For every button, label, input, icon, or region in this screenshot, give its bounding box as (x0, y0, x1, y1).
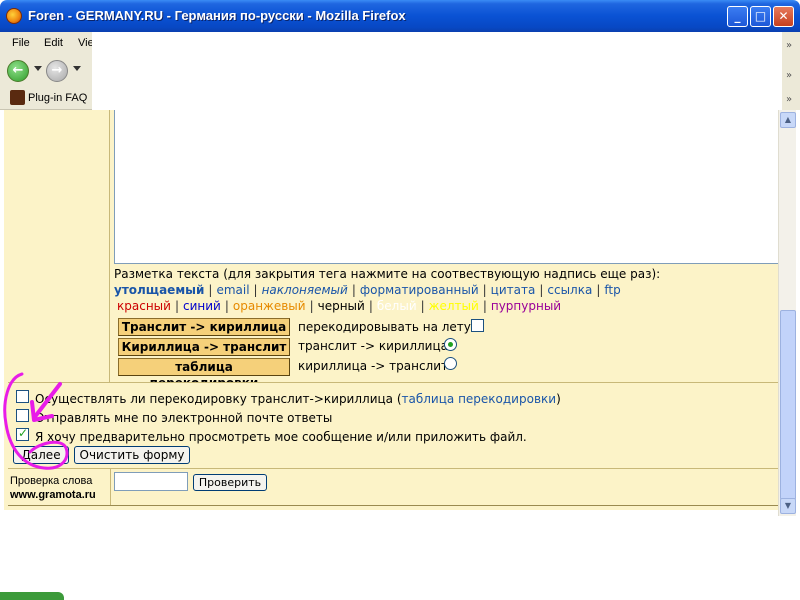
close-button[interactable]: ✕ (773, 6, 794, 27)
page-scrollbar[interactable]: ▲ ▼ (778, 110, 796, 516)
color-purple-link[interactable]: пурпурный (491, 299, 561, 313)
back-dropdown-icon[interactable] (34, 66, 42, 71)
spell-check-info: Проверка слова www.gramota.ru (10, 474, 96, 502)
cyrillic-to-translit-button[interactable]: Кириллица -> транслит (118, 338, 290, 356)
spell-check-site: www.gramota.ru (10, 489, 96, 501)
color-white-link[interactable]: белый (377, 299, 417, 313)
title-bar: Foren - GERMANY.RU - Германия по-русски … (0, 0, 800, 32)
firefox-icon (6, 8, 22, 24)
color-black-link[interactable]: черный (318, 299, 365, 313)
menu-bar: File Edit Vie (0, 32, 94, 56)
markup-tags: утолщаемый | email | наклоняемый | форматирова… (114, 283, 621, 297)
taskbar-start-peek (0, 592, 64, 600)
preview-label: Я хочу предварительно просмотреть мое со… (35, 430, 527, 444)
on-the-fly-label: перекодировывать на лету: (298, 320, 475, 334)
color-yellow-link[interactable]: желтый (429, 299, 479, 313)
tag-formatted-link[interactable]: форматированный (360, 283, 479, 297)
window-title: Foren - GERMANY.RU - Германия по-русски … (28, 8, 406, 23)
menu-edit[interactable]: Edit (44, 37, 63, 49)
color-orange-link[interactable]: оранжевый (233, 299, 306, 313)
chevron-icon[interactable]: » (786, 40, 792, 51)
translit-cyr-radio[interactable] (444, 338, 457, 351)
spell-divider (110, 469, 111, 505)
translit-cyr-label: транслит -> кириллица (298, 339, 448, 353)
chevron-icon[interactable]: » (786, 70, 792, 81)
minimize-button[interactable]: _ (727, 6, 748, 27)
recode-table-button[interactable]: таблица перекодировки (118, 358, 290, 390)
tag-bold-link[interactable]: утолщаемый (114, 283, 204, 297)
left-column (4, 110, 110, 382)
bookmark-icon (10, 90, 25, 105)
on-the-fly-checkbox[interactable] (471, 319, 484, 332)
color-blue-link[interactable]: синий (183, 299, 221, 313)
toolbar-overlay (92, 32, 782, 110)
tag-link-link[interactable]: ссылка (547, 283, 592, 297)
forward-dropdown-icon[interactable] (73, 66, 81, 71)
scroll-down-icon[interactable]: ▼ (780, 498, 796, 514)
bottom-blank-area (4, 516, 700, 600)
tag-email-link[interactable]: email (216, 283, 249, 297)
navigation-toolbar: ← → (0, 56, 92, 86)
tag-italic-link[interactable]: наклоняемый (262, 283, 348, 297)
reset-form-button[interactable]: Очистить форму (74, 446, 190, 464)
menu-file[interactable]: File (12, 37, 30, 49)
color-red-link[interactable]: красный (117, 299, 171, 313)
toolbar-overflow: » » » (782, 32, 800, 110)
back-arrow-icon[interactable]: ← (7, 60, 29, 82)
annotation-circle-arrow-icon (3, 372, 69, 470)
spell-check-button[interactable]: Проверить (193, 474, 267, 491)
cyr-translit-radio[interactable] (444, 357, 457, 370)
markup-intro: Разметка текста (для закрытия тега нажми… (114, 267, 661, 281)
bookmark-plugin-faq[interactable]: Plug-in FAQ (28, 92, 87, 104)
scroll-thumb[interactable] (780, 310, 796, 500)
scroll-up-icon[interactable]: ▲ (780, 112, 796, 128)
chevron-icon[interactable]: » (786, 94, 792, 105)
maximize-button[interactable]: □ (750, 6, 771, 27)
forward-arrow-icon[interactable]: → (46, 60, 68, 82)
spell-check-input[interactable] (114, 472, 188, 491)
tag-quote-link[interactable]: цитата (491, 283, 536, 297)
cyr-translit-label: кириллица -> транслит (298, 359, 448, 373)
recode-table-link[interactable]: таблица перекодировки (402, 392, 557, 406)
translit-to-cyrillic-button[interactable]: Транслит -> кириллица (118, 318, 290, 336)
bookmarks-toolbar: Plug-in FAQ (0, 86, 92, 110)
markup-colors: красный | синий | оранжевый | черный | белый | жел… (117, 299, 562, 313)
message-textarea[interactable] (114, 110, 778, 264)
recode-option-label: Осуществлять ли перекодировку транслит->… (35, 392, 561, 406)
tag-ftp-link[interactable]: ftp (604, 283, 620, 297)
